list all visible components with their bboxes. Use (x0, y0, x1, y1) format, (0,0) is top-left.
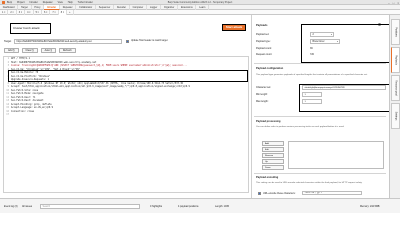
intruder-tab[interactable]: 5 × (34, 10, 42, 15)
target-row: Target https://0a9d00750445d30e8167a0e50… (4, 39, 248, 44)
highlight-box-payload-configuration (299, 84, 390, 112)
target-label: Target (4, 39, 12, 43)
url-encode-checkbox[interactable] (258, 192, 261, 195)
edit-rule-button[interactable]: Edit (262, 147, 284, 152)
start-attack-button[interactable]: Start attack (222, 24, 246, 31)
memory-usage: Memory: 242.5MB (360, 205, 380, 208)
intruder-tab[interactable]: 2 × (8, 10, 17, 15)
url-encode-chars-input[interactable]: ./\=<>?+&*;:"{}|^`# (302, 191, 362, 196)
payload-count-label: Payload count: (256, 47, 272, 50)
payload-positions-count: 4 payload positions (178, 205, 199, 208)
payload-configuration-title: Payload configuration (256, 67, 284, 70)
max-length-label: Max length: (256, 100, 269, 103)
payload-processing-description: You can define rules to perform various … (256, 126, 345, 128)
intruder-tab[interactable]: 4 × (25, 10, 34, 15)
payload-processing-title: Payload processing (256, 120, 281, 123)
highlights-count: 0 highlights (150, 205, 163, 208)
highlight-box-payload-sets (301, 24, 390, 63)
add-rule-button[interactable]: Add (262, 141, 284, 146)
move-up-button[interactable]: Up (262, 159, 284, 164)
remove-rule-button[interactable]: Remove (262, 153, 284, 158)
new-tab-button[interactable]: + (67, 10, 74, 15)
highlight-box-payload-positions (8, 70, 248, 82)
add-marker-button[interactable]: Add § (4, 48, 19, 54)
side-tab-resource-pool[interactable]: Resource pool (391, 75, 400, 101)
processing-rules-list[interactable] (288, 141, 384, 169)
update-host-label: Update Host header to match target (131, 39, 168, 42)
position-buttons: Add § Clear § Auto § Refresh (4, 48, 76, 54)
payload-encoding-description: This setting can be used to URL-encode s… (256, 182, 363, 184)
charset-label: Character set: (256, 86, 272, 89)
attack-type-select[interactable]: Cluster bomb attack (10, 23, 51, 34)
event-log-link[interactable]: Event log (3) (4, 205, 18, 208)
payload-type-label: Payload type: (256, 40, 271, 43)
payload-set-label: Payload set: (256, 33, 270, 36)
auto-markers-button[interactable]: Auto § (40, 48, 56, 54)
move-down-button[interactable]: Down (262, 165, 284, 170)
payload-configuration-description: This payload type generates payloads of … (256, 74, 368, 76)
all-issues-link[interactable]: All issues (22, 205, 32, 208)
request-count-label: Request count: (256, 53, 273, 56)
side-tab-settings[interactable]: Settings (391, 103, 400, 129)
side-tab-payloads[interactable]: Payloads (391, 47, 400, 73)
update-host-checkbox[interactable] (126, 39, 130, 43)
intruder-tab[interactable]: 7 × (50, 10, 59, 15)
intruder-tab[interactable]: 1 × (0, 10, 9, 15)
intruder-tab[interactable]: 6 × (42, 10, 51, 15)
search-input[interactable]: Search (40, 203, 140, 209)
clear-markers-button[interactable]: Clear § (21, 48, 38, 54)
refresh-button[interactable]: Refresh (58, 48, 76, 54)
min-length-label: Min length: (256, 93, 268, 96)
intruder-side-tabs: Positions Payloads Resource pool Setting… (389, 15, 400, 198)
payloads-title: Payloads (256, 24, 268, 27)
url-encode-label: URL-encode these characters: (263, 192, 296, 195)
status-bar: Event log (3) All issues Search 0 highli… (0, 198, 400, 213)
side-tab-positions[interactable]: Positions (391, 19, 400, 45)
request-length: Length: 1045 (215, 205, 229, 208)
intruder-tab-active[interactable]: 8 × (58, 10, 68, 15)
payload-encoding-title: Payload encoding (256, 176, 279, 179)
request-line: 17 (6, 113, 9, 116)
window-title: Burp Suite Community Edition v2023.1.2 -… (167, 1, 233, 4)
intruder-tab[interactable]: 3 × (17, 10, 26, 15)
target-url-field[interactable]: https://0a9d00750445d30e8167a0e5003b2020… (14, 39, 122, 44)
